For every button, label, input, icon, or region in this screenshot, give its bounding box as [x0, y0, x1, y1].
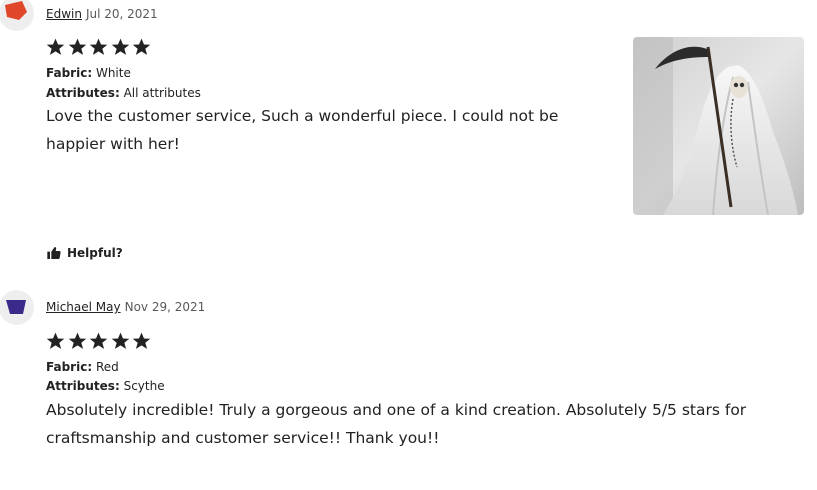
- fabric-value: White: [95, 66, 131, 80]
- review-date: Nov 29, 2021: [124, 300, 206, 314]
- star-icon: [89, 38, 108, 55]
- review-text: Love the customer service, Such a wonder…: [46, 107, 559, 153]
- star-rating: [45, 331, 153, 351]
- review-card: Michael May Nov 29, 2021 Fabric: Red Attr…: [0, 290, 817, 490]
- fabric-label: Fabric:: [46, 360, 93, 374]
- helpful-button[interactable]: Helpful?: [46, 242, 123, 264]
- star-rating: [45, 37, 153, 57]
- review-text: Absolutely incredible! Truly a gorgeous …: [46, 401, 747, 447]
- star-icon: [46, 38, 65, 55]
- avatar[interactable]: [0, 0, 34, 31]
- fabric-value: Red: [95, 360, 119, 374]
- reviewer-name-link[interactable]: Edwin: [46, 7, 82, 21]
- review-photo-image: [633, 37, 804, 215]
- attributes-label: Attributes:: [46, 379, 120, 393]
- avatar-shape-icon: [6, 300, 26, 314]
- star-icon: [46, 332, 65, 349]
- attributes-value: Scythe: [123, 379, 165, 393]
- review-meta: Michael May Nov 29, 2021: [46, 300, 205, 314]
- fabric-attribute: Fabric: White: [46, 65, 131, 81]
- avatar[interactable]: [0, 290, 34, 325]
- avatar-shape-icon: [5, 1, 27, 20]
- review-card: Edwin Jul 20, 2021 Fabric: White Attribut…: [0, 0, 817, 290]
- star-icon: [68, 332, 86, 349]
- star-icon: [89, 332, 108, 349]
- reviewer-name-link[interactable]: Michael May: [46, 300, 121, 314]
- review-meta: Edwin Jul 20, 2021: [46, 7, 158, 21]
- thumbs-up-icon: [47, 247, 61, 259]
- star-icon: [68, 38, 86, 55]
- star-icon: [132, 332, 151, 349]
- fabric-label: Fabric:: [46, 66, 93, 80]
- review-photo[interactable]: [633, 37, 804, 215]
- helpful-label: Helpful?: [67, 246, 123, 260]
- star-icon: [111, 332, 129, 349]
- star-icon: [111, 38, 129, 55]
- attributes-attribute: Attributes: Scythe: [46, 378, 165, 394]
- attributes-attribute: Attributes: All attributes: [46, 85, 201, 101]
- attributes-label: Attributes:: [46, 86, 120, 100]
- attributes-value: All attributes: [123, 86, 201, 100]
- review-date: Jul 20, 2021: [85, 7, 158, 21]
- star-icon: [132, 38, 151, 55]
- fabric-attribute: Fabric: Red: [46, 359, 119, 375]
